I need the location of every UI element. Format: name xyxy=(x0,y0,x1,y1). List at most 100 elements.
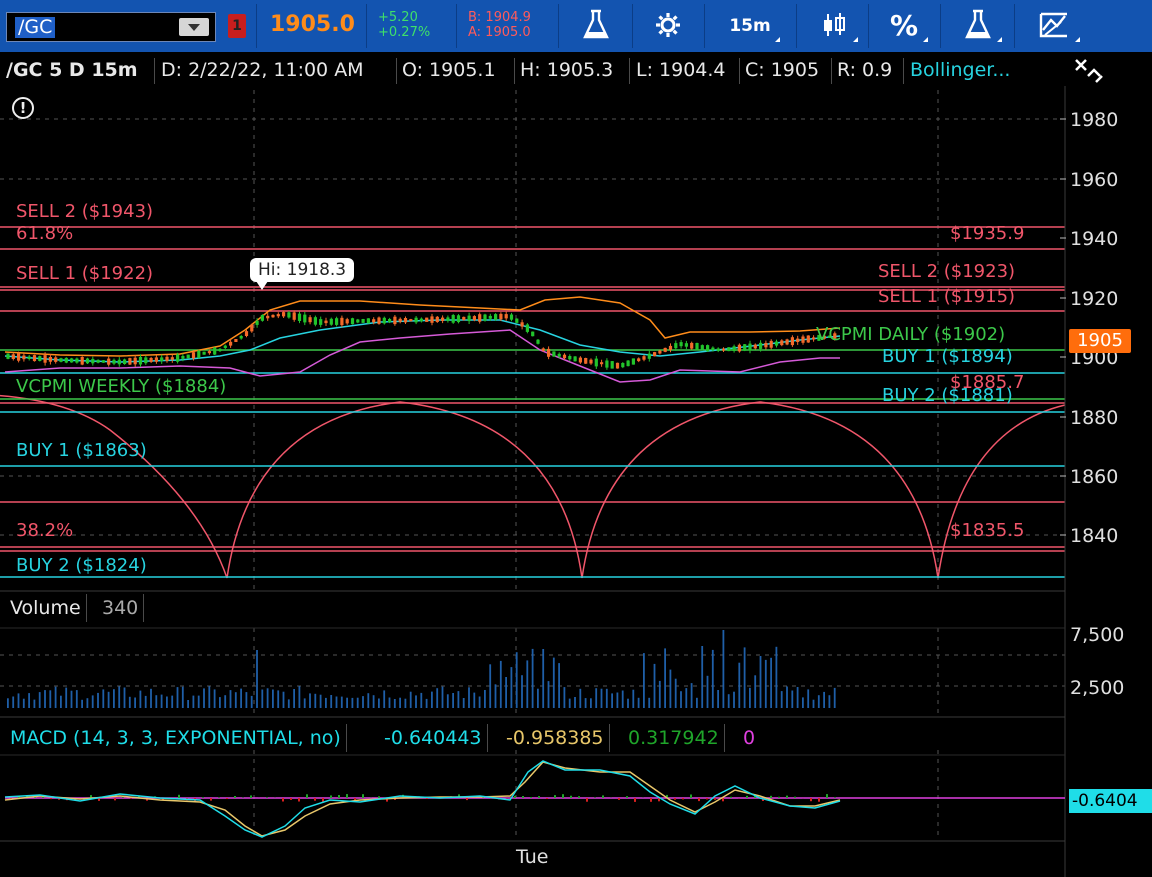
macd-hist-bar xyxy=(546,798,548,799)
timeframe-button[interactable]: 15m xyxy=(724,8,780,44)
volume-bar xyxy=(494,684,497,708)
candle-body xyxy=(191,352,196,359)
candle-body xyxy=(753,344,757,349)
crosshair-toggle-icon[interactable] xyxy=(1072,56,1108,86)
candlestick-style-icon[interactable] xyxy=(814,8,858,44)
volume-bar xyxy=(690,683,693,708)
volume-bar xyxy=(558,663,560,708)
macd-hist-bar xyxy=(586,798,588,802)
volume-bar xyxy=(717,690,719,708)
volume-bar xyxy=(91,695,94,708)
symbol-dropdown-button[interactable] xyxy=(179,18,209,36)
macd-hist-bar xyxy=(634,798,636,802)
candle-body xyxy=(806,335,810,343)
volume-bar xyxy=(542,649,545,708)
candle-body xyxy=(202,351,206,355)
candle-body xyxy=(727,347,731,352)
macd-label[interactable]: MACD (14, 3, 3, EXPONENTIAL, no) xyxy=(5,724,347,752)
toolbar-divider xyxy=(868,4,869,48)
candle-body xyxy=(324,320,328,324)
volume-bar xyxy=(489,664,492,708)
volume-label[interactable]: Volume xyxy=(5,594,87,622)
candle-body xyxy=(531,331,535,337)
chart-title[interactable]: /GC 5 D 15m xyxy=(6,57,138,83)
candle-body xyxy=(472,316,476,321)
macd-hist-bar xyxy=(714,798,716,800)
drawings-icon[interactable] xyxy=(1032,8,1080,44)
candle-body xyxy=(568,356,572,360)
candle-body xyxy=(732,346,736,351)
candle-body xyxy=(409,319,413,322)
candle-body xyxy=(504,314,508,319)
volume-bar xyxy=(356,697,359,708)
flask-icon[interactable] xyxy=(578,8,614,44)
percent-button[interactable]: % xyxy=(884,8,928,44)
macd-hist-bar xyxy=(202,797,204,798)
volume-bar xyxy=(293,689,295,708)
volume-bar xyxy=(309,693,311,708)
candle-body xyxy=(759,342,763,349)
candle-body xyxy=(663,347,667,352)
candle-body xyxy=(64,357,68,363)
volume-bar xyxy=(791,690,794,708)
macd-avg-value: -0.958385 xyxy=(501,724,610,752)
macd-hist-bar xyxy=(562,794,564,798)
toolbar-divider xyxy=(558,4,559,48)
link-flag-button[interactable]: 1 xyxy=(228,14,246,38)
percent-label: % xyxy=(889,9,919,42)
candle-body xyxy=(430,316,434,323)
volume-bar xyxy=(287,699,290,708)
candle-body xyxy=(748,343,752,351)
vcpmi-weekly-label: VCPMI WEEKLY ($1884) xyxy=(16,376,226,397)
macd-hist-bar xyxy=(570,795,572,798)
gear-icon[interactable] xyxy=(650,8,686,44)
candle-body xyxy=(144,357,148,364)
macd-hist-bar xyxy=(602,795,604,798)
volume-bar xyxy=(521,675,523,708)
volume-bar xyxy=(473,692,476,708)
candle-body xyxy=(615,362,620,369)
candle-body xyxy=(626,360,630,367)
macd-hist-bar xyxy=(650,798,652,802)
macd-hist-bar xyxy=(226,798,228,799)
alert-icon[interactable]: ! xyxy=(12,97,34,119)
studies-flask-icon[interactable] xyxy=(958,8,1002,44)
volume-bars xyxy=(7,630,836,708)
candle-body xyxy=(356,319,360,323)
volume-bar xyxy=(780,691,783,708)
buy2-right-label: BUY 2 ($1881) xyxy=(882,385,1013,406)
volume-bar xyxy=(621,690,624,708)
macd-hist-bar xyxy=(50,798,52,800)
volume-bar xyxy=(547,681,550,708)
candle-body xyxy=(403,318,408,323)
candle-body xyxy=(653,352,657,357)
volume-bar xyxy=(33,699,36,708)
volume-bar xyxy=(160,694,163,708)
bid-ask: B: 1904.9 A: 1905.0 xyxy=(468,10,531,40)
candle-body xyxy=(462,316,466,321)
symbol-input[interactable]: /GC xyxy=(6,12,216,42)
candle-body xyxy=(186,354,190,359)
volume-bar xyxy=(600,688,603,708)
candle-body xyxy=(335,318,339,325)
candle-body xyxy=(287,312,291,318)
candle-body xyxy=(292,312,296,320)
candle-body xyxy=(154,357,158,362)
candle-body xyxy=(38,356,42,361)
candle-body xyxy=(313,317,317,325)
volume-bar xyxy=(817,695,820,708)
symbol-text[interactable]: /GC xyxy=(15,17,56,38)
study-bollinger[interactable]: Bollinger... xyxy=(910,57,1010,83)
candle-body xyxy=(690,342,694,349)
volume-bar xyxy=(208,686,211,708)
volume-bar xyxy=(537,688,539,708)
candle-body xyxy=(525,324,529,332)
change-percent: +0.27% xyxy=(378,25,431,40)
candle-body xyxy=(22,355,26,360)
volume-bar xyxy=(330,695,333,708)
cycle-arc xyxy=(937,404,1066,579)
chart-canvas[interactable]: SELL 2 ($1943) 61.8% $1935.9 SELL 1 ($19… xyxy=(0,86,1152,877)
candle-body xyxy=(282,312,286,317)
candlesticks xyxy=(6,310,837,370)
macd-hist-bar xyxy=(282,798,284,802)
